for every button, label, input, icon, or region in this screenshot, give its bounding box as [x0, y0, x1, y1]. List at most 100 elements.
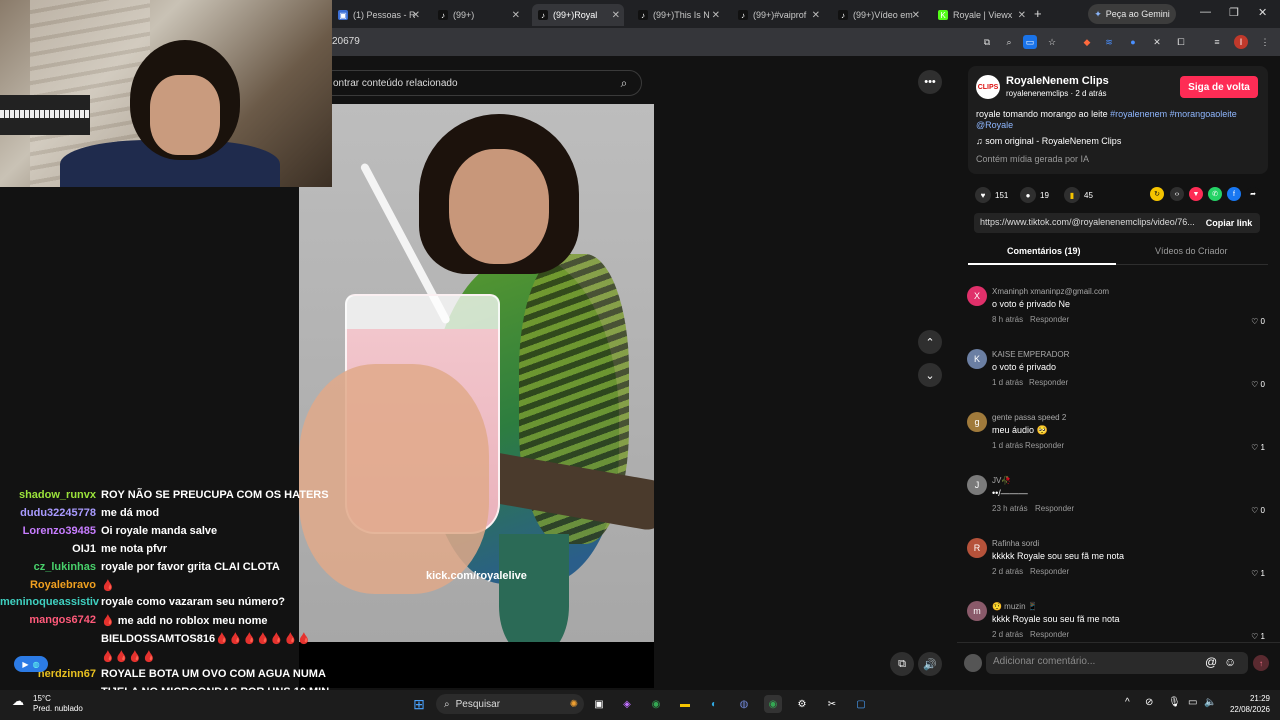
edge-icon[interactable]: ◐ — [705, 695, 723, 713]
minimize-button[interactable]: — — [1200, 6, 1211, 18]
chat-username[interactable]: OIJ1 — [0, 543, 96, 555]
follow-back-button[interactable]: Siga de volta — [1180, 76, 1258, 98]
start-icon[interactable]: ⊞ — [410, 695, 428, 713]
author-avatar[interactable]: CLIPS — [976, 75, 1000, 99]
commenter-name[interactable]: 🤨 muzin 📱 — [992, 602, 1038, 611]
weather-widget[interactable]: 15°C Pred. nublado — [33, 694, 83, 714]
close-tab-icon[interactable]: ✕ — [612, 10, 620, 21]
comment-stat[interactable]: ● 19 — [1020, 187, 1049, 203]
browser-tab[interactable]: ♪ (99+) ✕ — [432, 4, 524, 26]
close-tab-icon[interactable]: ✕ — [712, 10, 720, 21]
send-friend-icon[interactable]: ▼ — [1189, 187, 1203, 201]
bookmark-star-icon[interactable]: ☆ — [1045, 35, 1059, 49]
chat-username[interactable]: Royalebravo — [0, 579, 96, 591]
extension-audio-icon[interactable]: ≋ — [1102, 35, 1116, 49]
commenter-name[interactable]: Rafinha sordi — [992, 539, 1039, 548]
comment-like[interactable]: ♡ 1 — [1251, 443, 1265, 452]
commenter-avatar[interactable]: R — [967, 538, 987, 558]
author-handle[interactable]: royalenenemclips — [1006, 89, 1068, 98]
tray-monitor-icon[interactable]: ▭ — [1188, 697, 1197, 708]
tray-network-off-icon[interactable]: ⊘ — [1145, 697, 1153, 708]
tray-speaker-icon[interactable]: 🔈 — [1204, 697, 1216, 708]
video-link-field[interactable]: https://www.tiktok.com/@royalenenemclips… — [974, 213, 1198, 233]
menu-kebab-icon[interactable]: ⋮ — [1258, 35, 1272, 49]
tray-mic-icon[interactable]: 🎙 — [1168, 697, 1181, 708]
extension-circle-icon[interactable]: ● — [1126, 35, 1140, 49]
chrome-active-icon[interactable]: ◉ — [764, 695, 782, 713]
translate-icon[interactable]: ⧉ — [980, 35, 994, 49]
whatsapp-icon[interactable]: ✆ — [1208, 187, 1222, 201]
close-tab-icon[interactable]: ✕ — [912, 10, 920, 21]
close-tab-icon[interactable]: ✕ — [512, 10, 520, 21]
browser-tab[interactable]: K Royale | Viewx ✕ — [932, 4, 1030, 26]
close-tab-icon[interactable]: ✕ — [812, 10, 820, 21]
volume-icon[interactable]: 🔊 — [918, 652, 942, 676]
browser-tab[interactable]: ♪ (99+)Vídeo em ✕ — [832, 4, 924, 26]
mention-icon[interactable]: @ — [1205, 655, 1217, 669]
hashtag-royalenenem[interactable]: #royalenenem — [1110, 109, 1167, 119]
reply-button[interactable]: Responder — [1025, 441, 1064, 450]
related-search-input[interactable]: ontrar conteúdo relacionado — [320, 70, 642, 96]
file-explorer-icon[interactable]: ▬ — [676, 695, 694, 713]
tray-chevron-icon[interactable]: ^ — [1125, 697, 1130, 708]
zoom-icon[interactable]: ⌕ — [1002, 35, 1016, 49]
commenter-avatar[interactable]: J — [967, 475, 987, 495]
mention-royale[interactable]: @Royale — [976, 120, 1013, 130]
chat-username[interactable]: mangos6742 — [0, 614, 96, 626]
facebook-icon[interactable]: f — [1227, 187, 1241, 201]
reply-button[interactable]: Responder — [1029, 378, 1068, 387]
extension-x-icon[interactable]: ✕ — [1150, 35, 1164, 49]
reply-button[interactable]: Responder — [1030, 567, 1069, 576]
chat-username[interactable]: cz_lukinhas — [0, 561, 96, 573]
browser-tab[interactable]: ♪ (99+)This Is N ✕ — [632, 4, 724, 26]
commenter-avatar[interactable]: X — [967, 286, 987, 306]
steam-icon[interactable]: ⚙ — [793, 695, 811, 713]
emoji-icon[interactable]: ☺ — [1224, 655, 1236, 669]
hashtag-morangoaoleite[interactable]: #morangoaoleite — [1170, 109, 1237, 119]
gemini-button[interactable]: ✦ Peça ao Gemini — [1088, 4, 1176, 24]
tab-search-icon[interactable]: ≡ — [1210, 35, 1224, 49]
previous-video-icon[interactable]: ⌃ — [918, 330, 942, 354]
taskbar-search[interactable]: ⌕ Pesquisar ✺ — [436, 694, 584, 714]
chat-username[interactable]: shadow_runvx — [0, 489, 96, 501]
save-stat[interactable]: ▮ 45 — [1064, 187, 1093, 203]
embed-icon[interactable]: ‹› — [1170, 187, 1184, 201]
browser-tab[interactable]: ▣ (1) Pessoas - R ✕ — [332, 4, 424, 26]
cast-icon[interactable]: ▭ — [1023, 35, 1037, 49]
chrome-icon[interactable]: ◉ — [647, 695, 665, 713]
video-player[interactable] — [299, 104, 654, 642]
extension-fox-icon[interactable]: ◆ — [1080, 35, 1094, 49]
reply-button[interactable]: Responder — [1030, 315, 1069, 324]
discord-icon[interactable]: ◍ — [735, 695, 753, 713]
copilot-icon[interactable]: ◈ — [618, 695, 636, 713]
profile-avatar-icon[interactable]: I — [1234, 35, 1248, 49]
tab-creator-videos[interactable]: Vídeos do Criador — [1155, 246, 1228, 256]
capcut-icon[interactable]: ✂ — [823, 695, 841, 713]
share-arrow-icon[interactable]: ➦ — [1246, 187, 1260, 201]
commenter-name[interactable]: Xmaninph xmaninpz@gmail.com — [992, 287, 1109, 296]
chat-username[interactable]: nerdzinn67 — [0, 668, 96, 680]
more-options-icon[interactable]: ••• — [918, 70, 942, 94]
clock[interactable]: 21:29 22/08/2026 — [1222, 693, 1270, 715]
close-window-button[interactable]: ✕ — [1258, 6, 1267, 19]
chat-username[interactable]: Lorenzo39485 — [0, 525, 96, 537]
new-tab-button[interactable]: + — [1034, 6, 1042, 21]
comment-like[interactable]: ♡ 1 — [1251, 569, 1265, 578]
reply-button[interactable]: Responder — [1035, 504, 1074, 513]
reply-button[interactable]: Responder — [1030, 630, 1069, 639]
app-icon[interactable]: ▢ — [852, 695, 870, 713]
comment-like[interactable]: ♡ 1 — [1251, 632, 1265, 641]
commenter-name[interactable]: KAISE EMPERADOR — [992, 350, 1069, 359]
like-stat[interactable]: ♥ 151 — [975, 187, 1008, 203]
comment-like[interactable]: ♡ 0 — [1251, 506, 1265, 515]
repost-icon[interactable]: ↻ — [1150, 187, 1164, 201]
chat-username[interactable]: dudu32245778 — [0, 507, 96, 519]
url-text[interactable]: 20679 — [332, 36, 360, 47]
comment-like[interactable]: ♡ 0 — [1251, 317, 1265, 326]
comment-like[interactable]: ♡ 0 — [1251, 380, 1265, 389]
commenter-avatar[interactable]: m — [967, 601, 987, 621]
browser-tab[interactable]: ♪ (99+)Royal ✕ — [532, 4, 624, 26]
commenter-name[interactable]: JV🥀 — [992, 476, 1011, 485]
copy-link-button[interactable]: Copiar link — [1198, 213, 1260, 233]
commenter-name[interactable]: gente passa speed 2 — [992, 413, 1066, 422]
